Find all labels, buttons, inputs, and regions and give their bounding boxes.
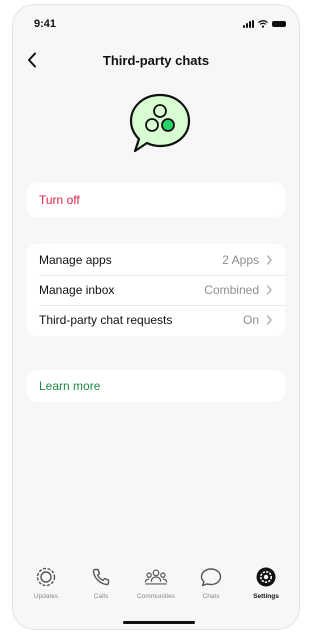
manage-apps-label: Manage apps bbox=[39, 253, 112, 267]
third-party-chats-icon bbox=[129, 93, 191, 153]
battery-icon bbox=[272, 21, 286, 27]
manage-inbox-value: Combined bbox=[204, 283, 259, 297]
tab-communities-label: Communities bbox=[137, 593, 175, 600]
phone-screen: 9:41 Third-party chats Turn off Manage a… bbox=[12, 4, 300, 630]
communities-icon bbox=[144, 569, 168, 585]
page-title: Third-party chats bbox=[102, 53, 210, 68]
tab-chats[interactable]: Chats bbox=[186, 565, 236, 609]
turn-off-label: Turn off bbox=[39, 193, 80, 207]
tab-settings[interactable]: Settings bbox=[241, 565, 291, 609]
phone-icon bbox=[92, 568, 110, 586]
turn-off-card: Turn off bbox=[27, 183, 285, 217]
manage-inbox-row[interactable]: Manage inbox Combined bbox=[27, 275, 285, 305]
learn-more-link[interactable]: Learn more bbox=[27, 370, 285, 402]
tab-updates[interactable]: Updates bbox=[21, 565, 71, 609]
tab-settings-label: Settings bbox=[253, 593, 279, 600]
tab-bar: Updates Calls Communities Chats Settings bbox=[13, 565, 299, 609]
status-icons bbox=[243, 20, 286, 28]
tab-calls[interactable]: Calls bbox=[76, 565, 126, 609]
manage-inbox-label: Manage inbox bbox=[39, 283, 115, 297]
tab-chats-label: Chats bbox=[202, 593, 220, 600]
tab-communities[interactable]: Communities bbox=[131, 565, 181, 609]
chat-requests-value: On bbox=[242, 313, 259, 327]
turn-off-button[interactable]: Turn off bbox=[27, 183, 285, 217]
navigation-bar: Third-party chats bbox=[13, 43, 299, 77]
chevron-right-icon bbox=[266, 255, 272, 265]
tab-calls-label: Calls bbox=[93, 593, 109, 600]
chevron-right-icon bbox=[266, 285, 272, 295]
wifi-icon bbox=[258, 20, 268, 28]
manage-settings-card: Manage apps 2 Apps Manage inbox Combined… bbox=[27, 244, 285, 336]
home-indicator bbox=[123, 621, 195, 624]
settings-icon bbox=[256, 567, 276, 587]
chat-requests-label: Third-party chat requests bbox=[39, 313, 173, 327]
signal-icon bbox=[243, 20, 254, 28]
updates-icon bbox=[36, 567, 56, 587]
status-time: 9:41 bbox=[34, 18, 57, 30]
tab-updates-label: Updates bbox=[33, 593, 59, 600]
learn-more-label: Learn more bbox=[39, 379, 101, 393]
chat-requests-row[interactable]: Third-party chat requests On bbox=[27, 305, 285, 335]
learn-more-card: Learn more bbox=[27, 370, 285, 402]
chats-icon bbox=[200, 568, 222, 587]
manage-apps-value: 2 Apps bbox=[222, 253, 259, 267]
chevron-right-icon bbox=[266, 315, 272, 325]
manage-apps-row[interactable]: Manage apps 2 Apps bbox=[27, 245, 285, 275]
status-bar: 9:41 bbox=[13, 5, 299, 39]
